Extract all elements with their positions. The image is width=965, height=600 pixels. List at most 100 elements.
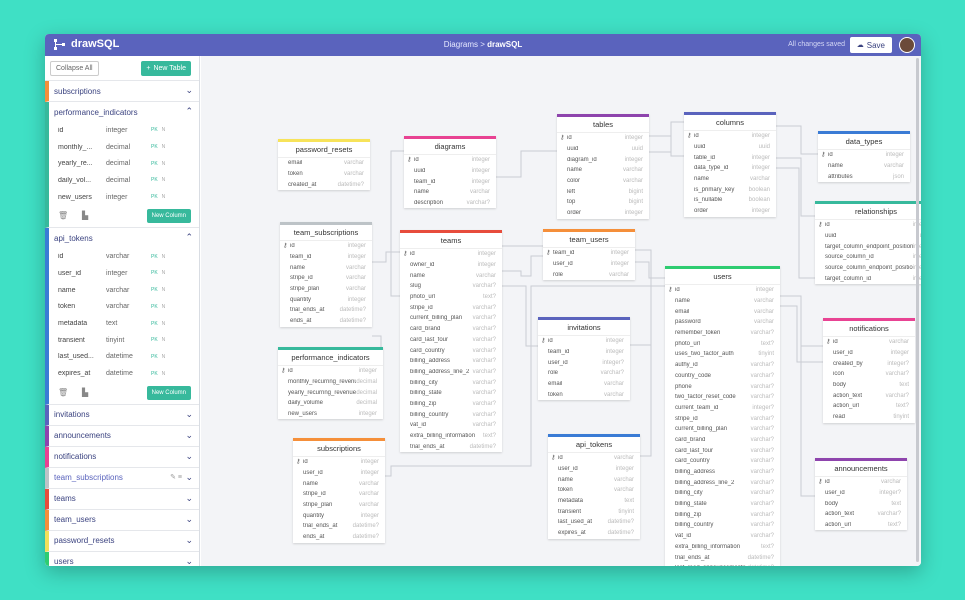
field-type[interactable]: varchar	[106, 303, 151, 310]
table-title[interactable]: diagrams	[404, 139, 496, 155]
field-name[interactable]: transient	[58, 337, 106, 344]
table-column-row[interactable]: metadata text	[548, 496, 640, 507]
sidebar-field-row[interactable]: name varchar PK N	[49, 282, 199, 299]
table-title[interactable]: users	[665, 269, 780, 285]
field-name[interactable]: metadata	[58, 320, 106, 327]
table-column-row[interactable]: stripe_id varchar?	[400, 302, 502, 313]
field-name[interactable]: new_users	[58, 194, 106, 201]
primary-key-toggle[interactable]: PK	[151, 371, 158, 377]
sidebar-field-row[interactable]: user_id integer PK N	[49, 265, 199, 282]
table-column-row[interactable]: quantity integer	[293, 510, 385, 521]
primary-key-toggle[interactable]: PK	[151, 177, 158, 183]
table-column-row[interactable]: ⚷idinteger	[400, 249, 502, 260]
table-title[interactable]: tables	[557, 117, 649, 133]
chevron-down-icon[interactable]: ⌄	[185, 535, 193, 546]
table-column-row[interactable]: role varchar	[543, 269, 635, 280]
table-column-row[interactable]: billing_state varchar?	[665, 499, 780, 510]
relationship-line[interactable]	[372, 251, 400, 263]
sidebar-group-header[interactable]: notifications ⌄	[49, 447, 199, 467]
new-column-button[interactable]: New Column	[146, 385, 191, 400]
table-column-row[interactable]: trial_ends_at datetime?	[400, 441, 502, 452]
table-column-row[interactable]: card_brand varchar?	[665, 435, 780, 446]
table-card-notifications[interactable]: notifications ⚷ id varchar user_id integer cre…	[823, 318, 915, 423]
field-type[interactable]: varchar	[106, 253, 151, 260]
table-column-row[interactable]: email varchar	[538, 379, 630, 390]
sidebar-group-subscriptions[interactable]: subscriptions ⌄	[45, 81, 199, 102]
table-column-row[interactable]: stripe_id varchar	[293, 489, 385, 500]
table-column-row[interactable]: table_id integer	[684, 152, 776, 163]
sidebar-group-announcements[interactable]: announcements ⌄	[45, 425, 199, 447]
edit-icon[interactable]: ✎ ≡	[170, 473, 182, 481]
sidebar-field-row[interactable]: yearly_re... decimal PK N	[49, 155, 199, 172]
relationship-line[interactable]	[649, 135, 684, 157]
sidebar-group-header[interactable]: api_tokens ⌃	[49, 228, 199, 248]
primary-key-toggle[interactable]: PK	[151, 144, 158, 150]
table-column-row[interactable]: email varchar	[278, 158, 370, 169]
sidebar-group-teams[interactable]: teams ⌄	[45, 488, 199, 510]
table-column-row[interactable]: card_last_four varchar?	[400, 335, 502, 346]
nullable-toggle[interactable]: N	[162, 127, 166, 133]
table-column-row[interactable]: extra_billing_information text?	[400, 431, 502, 442]
table-column-row[interactable]: uses_two_factor_auth tinyint	[665, 349, 780, 360]
sidebar-field-row[interactable]: id integer PK N	[49, 122, 199, 139]
nullable-toggle[interactable]: N	[162, 371, 166, 377]
avatar[interactable]	[899, 37, 915, 53]
table-column-row[interactable]: token varchar	[538, 389, 630, 400]
table-column-row[interactable]: name varchar	[293, 478, 385, 489]
field-name[interactable]: expires_at	[58, 370, 106, 377]
chevron-down-icon[interactable]: ⌄	[185, 430, 193, 441]
table-card-teams[interactable]: teams ⚷ id integer owner_id integer name varcha…	[400, 230, 502, 453]
table-column-row[interactable]: billing_city varchar?	[400, 377, 502, 388]
primary-key-toggle[interactable]: PK	[151, 304, 158, 310]
field-type[interactable]: varchar	[106, 287, 151, 294]
table-column-row[interactable]: vat_id varchar?	[665, 531, 780, 542]
collapse-all-button[interactable]: Collapse All	[50, 61, 99, 76]
sidebar-group-api_tokens[interactable]: api_tokens ⌃ id varchar PK Nuser_id integer PK N…	[45, 228, 199, 405]
table-column-row[interactable]: order integer	[684, 206, 776, 217]
sidebar-group-header[interactable]: users ⌄	[49, 552, 199, 566]
table-card-password_resets[interactable]: password_resets email varchar token varchar c…	[278, 139, 370, 191]
field-name[interactable]: monthly_...	[58, 144, 106, 151]
table-title[interactable]: api_tokens	[548, 437, 640, 453]
canvas-scrollbar[interactable]	[916, 58, 919, 562]
table-column-row[interactable]: ⚷ id varchar	[815, 477, 907, 488]
table-column-row[interactable]: token varchar	[548, 485, 640, 496]
table-card-team_users[interactable]: team_users ⚷ team_id integer user_id integer r…	[543, 229, 635, 281]
sidebar-group-header[interactable]: subscriptions ⌄	[49, 81, 199, 101]
table-card-api_tokens[interactable]: api_tokens ⚷ id varchar user_id integer name va…	[548, 434, 640, 539]
nullable-toggle[interactable]: N	[162, 321, 166, 327]
sidebar-group-password_resets[interactable]: password_resets ⌄	[45, 530, 199, 552]
table-column-row[interactable]: transient tinyint	[548, 506, 640, 517]
sidebar-group-invitations[interactable]: invitations ⌄	[45, 404, 199, 426]
field-type[interactable]: tinyint	[106, 337, 151, 344]
table-column-row[interactable]: top bigint	[557, 197, 649, 208]
table-column-row[interactable]: photo_url text?	[400, 292, 502, 303]
primary-key-toggle[interactable]: PK	[151, 127, 158, 133]
table-column-row[interactable]: read tinyint	[823, 412, 915, 423]
table-column-row[interactable]: ⚷ id varchar	[548, 453, 640, 464]
nullable-toggle[interactable]: N	[162, 304, 166, 310]
table-title[interactable]: relationships	[815, 204, 921, 220]
table-column-row[interactable]: user_id integer?	[538, 357, 630, 368]
nullable-toggle[interactable]: N	[162, 194, 166, 200]
table-column-row[interactable]: card_country varchar?	[665, 456, 780, 467]
nullable-toggle[interactable]: N	[162, 177, 166, 183]
primary-key-toggle[interactable]: PK	[151, 321, 158, 327]
field-type[interactable]: datetime	[106, 353, 151, 360]
table-column-row[interactable]: phone varchar?	[665, 381, 780, 392]
primary-key-toggle[interactable]: PK	[151, 337, 158, 343]
save-button[interactable]: ☁ Save	[849, 37, 892, 53]
table-column-row[interactable]: ⚷idinteger	[815, 220, 921, 231]
sidebar-group-header[interactable]: teams ⌄	[49, 489, 199, 509]
table-card-announcements[interactable]: announcements ⚷ id varchar user_id integer? bo…	[815, 458, 907, 531]
table-column-row[interactable]: ends_at datetime?	[293, 532, 385, 543]
table-column-row[interactable]: daily_volume decimal	[278, 398, 383, 409]
diagram-canvas[interactable]: password_resets email varchar token varchar c…	[201, 56, 921, 566]
relationship-line[interactable]	[630, 285, 665, 346]
table-column-row[interactable]: created_at datetime?	[278, 179, 370, 190]
table-column-row[interactable]: ⚷ team_id integer	[543, 248, 635, 259]
table-column-row[interactable]: billing_country varchar?	[400, 409, 502, 420]
relationship-line[interactable]	[776, 167, 815, 279]
relationship-line[interactable]	[502, 285, 538, 347]
table-column-row[interactable]: ⚷idinteger	[280, 241, 372, 252]
